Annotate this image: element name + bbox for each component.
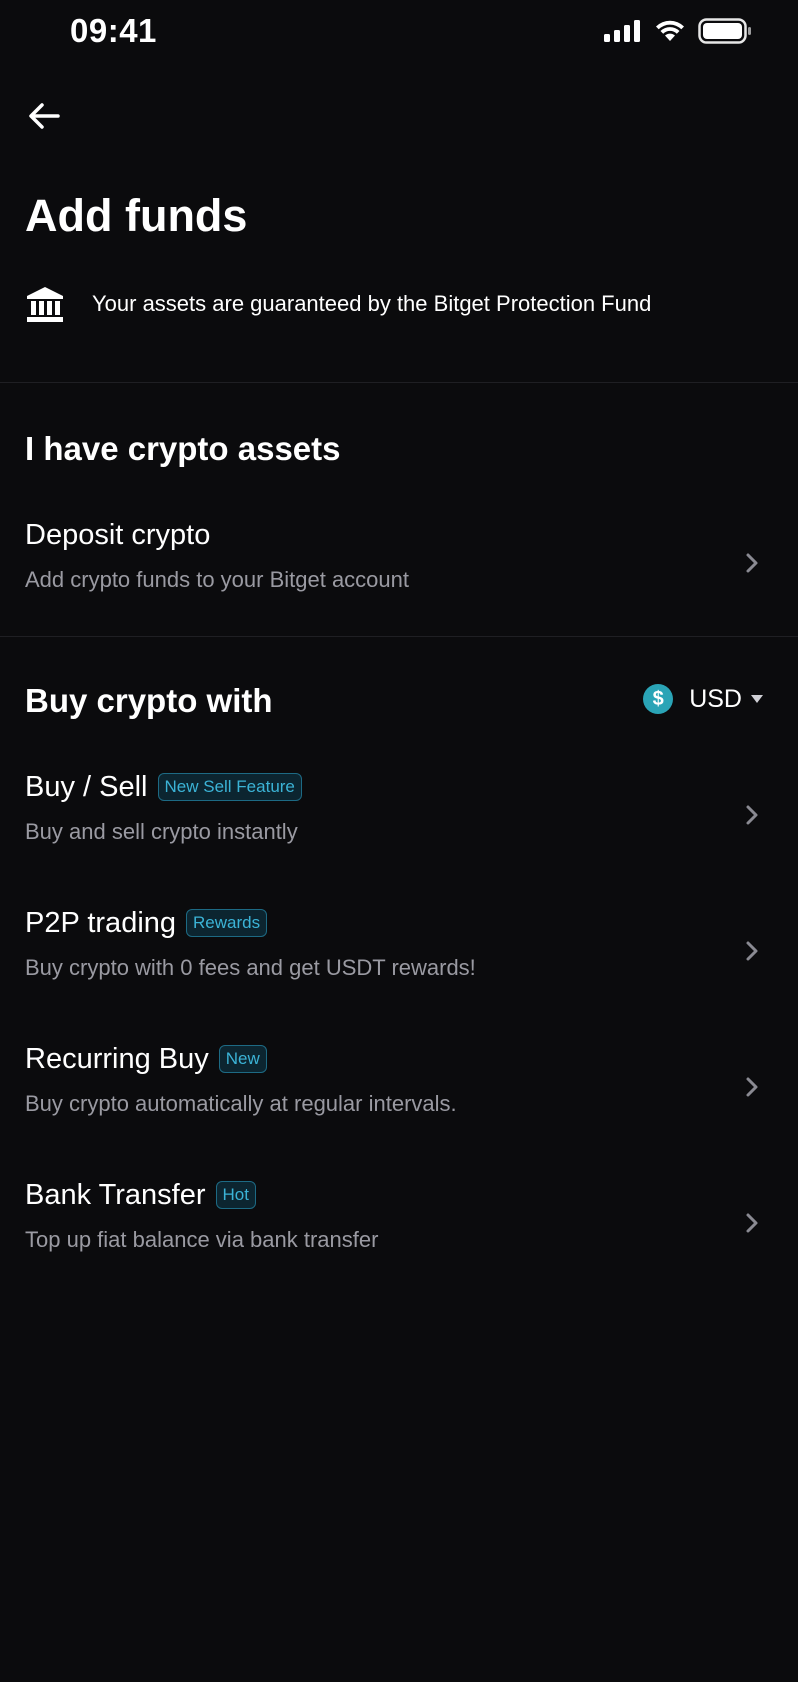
status-time: 09:41 xyxy=(70,12,157,49)
row-subtitle: Top up fiat balance via bank transfer xyxy=(25,1227,379,1252)
row-subtitle: Buy and sell crypto instantly xyxy=(25,819,298,844)
protection-text: Your assets are guaranteed by the Bitget… xyxy=(92,291,652,316)
p2p-trading-row[interactable]: P2P trading Rewards Buy crypto with 0 fe… xyxy=(0,903,798,1013)
bank-transfer-row[interactable]: Bank Transfer Hot Top up fiat balance vi… xyxy=(0,1175,798,1285)
deposit-crypto-row[interactable]: Deposit crypto Add crypto funds to your … xyxy=(0,515,798,625)
protection-notice: Your assets are guaranteed by the Bitget… xyxy=(25,284,651,324)
cellular-signal-icon xyxy=(604,20,640,42)
row-subtitle: Buy crypto automatically at regular inte… xyxy=(25,1091,457,1116)
arrow-left-icon xyxy=(29,103,60,129)
feature-badge: New Sell Feature xyxy=(157,773,302,801)
chevron-right-icon xyxy=(746,1077,758,1097)
new-badge: New xyxy=(218,1045,267,1073)
bank-icon xyxy=(27,287,63,322)
chevron-right-icon xyxy=(746,1213,758,1233)
currency-label: USD xyxy=(689,684,742,713)
hot-badge: Hot xyxy=(215,1181,256,1209)
wifi-icon xyxy=(656,20,684,41)
currency-selector[interactable]: $ USD xyxy=(643,684,764,714)
section-title-buy-crypto: Buy crypto with xyxy=(25,682,273,719)
row-subtitle: Add crypto funds to your Bitget account xyxy=(25,567,410,592)
dollar-coin-icon: $ xyxy=(643,684,674,714)
chevron-right-icon xyxy=(746,553,758,573)
divider xyxy=(0,382,798,383)
row-title: P2P trading xyxy=(25,906,177,939)
status-icons xyxy=(604,18,752,44)
page-title: Add funds xyxy=(25,190,248,241)
divider xyxy=(0,636,798,637)
buy-sell-row[interactable]: Buy / Sell New Sell Feature Buy and sell… xyxy=(0,767,798,877)
recurring-buy-row[interactable]: Recurring Buy New Buy crypto automatical… xyxy=(0,1039,798,1149)
row-title: Recurring Buy xyxy=(25,1042,209,1075)
row-title: Deposit crypto xyxy=(25,518,211,551)
chevron-right-icon xyxy=(746,941,758,961)
battery-icon xyxy=(698,18,751,44)
section-title-crypto-assets: I have crypto assets xyxy=(25,430,341,467)
caret-down-icon xyxy=(751,695,763,703)
rewards-badge: Rewards xyxy=(186,909,268,937)
row-title: Bank Transfer xyxy=(25,1178,206,1211)
back-button[interactable] xyxy=(24,96,64,136)
row-subtitle: Buy crypto with 0 fees and get USDT rewa… xyxy=(25,955,476,980)
status-bar: 09:41 xyxy=(0,0,798,64)
row-title: Buy / Sell xyxy=(25,770,148,803)
chevron-right-icon xyxy=(746,805,758,825)
